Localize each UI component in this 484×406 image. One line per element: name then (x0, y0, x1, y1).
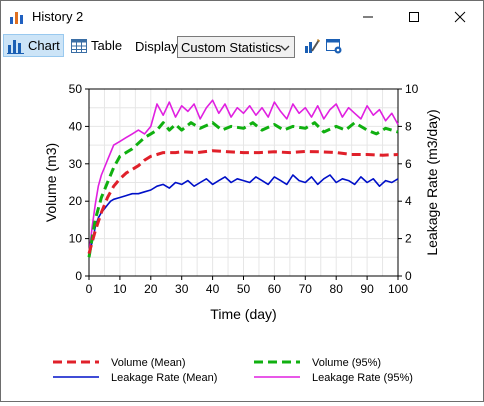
legend-label: Volume (Mean) (111, 357, 186, 369)
chart-properties-button[interactable] (301, 34, 323, 57)
legend-label: Leakage Rate (Mean) (111, 372, 217, 384)
chart-view-button[interactable]: Chart (3, 34, 64, 57)
minimize-button[interactable] (345, 1, 391, 32)
x-tick-label: 70 (299, 282, 313, 296)
y2-tick-label: 4 (405, 194, 412, 208)
x-tick-label: 30 (175, 282, 189, 296)
y2-tick-label: 0 (405, 269, 412, 283)
legend-label: Leakage Rate (95%) (312, 372, 413, 384)
y-tick-label: 0 (75, 269, 82, 283)
chart-area: 0 10 20 30 40 50 60 70 80 90 100 0 10 20 30 40 50 0 2 4 6 8 10… (1, 61, 483, 401)
maximize-button[interactable] (391, 1, 437, 32)
y2-tick-label: 2 (405, 232, 412, 246)
bar-chart-app-icon (10, 12, 23, 24)
y-tick-label: 30 (69, 157, 83, 171)
y-tick-label: 40 (69, 119, 83, 133)
history-chart: 0 10 20 30 40 50 60 70 80 90 100010203040500246810… (43, 82, 440, 384)
display-dropdown-value: Custom Statistics (181, 39, 282, 55)
chart-options-button[interactable] (323, 34, 345, 57)
table-icon (71, 38, 87, 53)
y2-tick-label: 6 (405, 157, 412, 171)
x-tick-label: 40 (206, 282, 220, 296)
x-tick-label: 90 (360, 282, 374, 296)
chart-view-label: Chart (28, 38, 60, 53)
close-button[interactable] (437, 1, 483, 32)
x-tick-label: 50 (237, 282, 251, 296)
minimize-icon (363, 16, 373, 17)
x-tick-label: 100 (388, 282, 408, 296)
x-axis-label: Time (day) (210, 306, 276, 322)
x-tick-label: 80 (330, 282, 344, 296)
history-window: History 2 Chart Table Display: Custom St… (0, 0, 484, 402)
table-view-label: Table (91, 38, 123, 53)
x-tick-label: 0 (86, 282, 93, 296)
y2-tick-label: 8 (405, 119, 412, 133)
display-dropdown[interactable]: Custom Statistics (177, 36, 295, 58)
y2-axis-label: Leakage Rate (m3/day) (424, 109, 440, 255)
table-view-button[interactable]: Table (67, 34, 123, 57)
x-tick-label: 10 (113, 282, 127, 296)
bar-chart-icon (7, 39, 24, 54)
y2-tick-label: 10 (405, 82, 419, 96)
window-settings-icon (326, 38, 342, 53)
y-tick-label: 10 (69, 232, 83, 246)
x-tick-label: 60 (268, 282, 282, 296)
title-bar: History 2 (1, 1, 483, 32)
legend-label: Volume (95%) (312, 357, 381, 369)
y-tick-label: 50 (69, 82, 83, 96)
close-icon (454, 11, 466, 22)
chevron-down-icon (280, 45, 290, 51)
chart-legend: Volume (Mean) Volume (95%) Leakage Rate (M… (53, 357, 413, 384)
y-axis-label: Volume (m3) (43, 143, 59, 222)
maximize-icon (409, 11, 419, 22)
display-label: Display: (135, 39, 182, 54)
y-tick-label: 20 (69, 194, 83, 208)
window-title: History 2 (32, 9, 84, 24)
x-tick-label: 20 (144, 282, 158, 296)
chart-edit-icon (305, 38, 320, 53)
